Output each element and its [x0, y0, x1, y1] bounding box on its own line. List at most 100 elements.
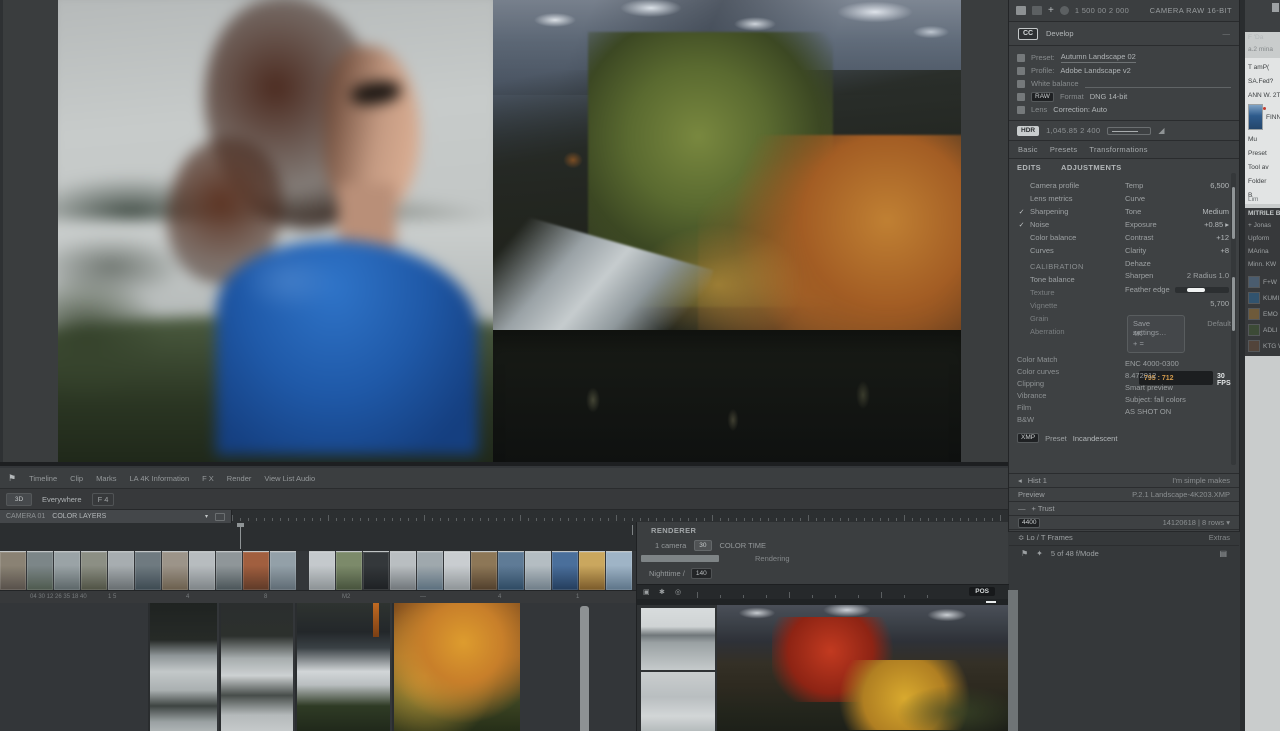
- filmstrip-thumb-1[interactable]: [0, 551, 26, 590]
- grid-view-icon[interactable]: ▤: [1219, 549, 1227, 558]
- secondary-icon-item[interactable]: KUMI: [1248, 290, 1280, 306]
- preview-frame-4[interactable]: [392, 603, 520, 731]
- renderer-ruler[interactable]: ▣ ✱ ◎ POS: [637, 584, 1009, 599]
- marker-a-icon[interactable]: ▣: [643, 588, 650, 596]
- info-row-4[interactable]: LensCorrection: Auto: [1017, 103, 1231, 116]
- meta-label[interactable]: Color curves: [1017, 367, 1117, 379]
- info-row-3[interactable]: RAWFormatDNG 14-bit: [1017, 90, 1231, 103]
- secondary-list-item[interactable]: Tool av: [1248, 160, 1280, 174]
- menu-icon[interactable]: [1032, 6, 1042, 15]
- tab-presets[interactable]: Presets: [1050, 145, 1078, 154]
- panel-scrollbar[interactable]: [1231, 173, 1236, 465]
- mono-thumb-top[interactable]: [641, 608, 715, 670]
- tab-transformations[interactable]: Transformations: [1089, 145, 1147, 154]
- tab-secondary[interactable]: F 4: [92, 493, 115, 506]
- blue-thumbnail[interactable]: [1248, 104, 1263, 130]
- filmstrip-thumb-10[interactable]: [243, 551, 269, 590]
- filmstrip-thumb-16[interactable]: [417, 551, 443, 590]
- filmstrip-thumb-4[interactable]: [81, 551, 107, 590]
- secondary-list-item[interactable]: FINNA, T: [1248, 102, 1280, 132]
- toolbar-item-0[interactable]: Timeline: [29, 474, 57, 483]
- secondary-dark-item[interactable]: Upform: [1248, 235, 1280, 248]
- preview-frame-1[interactable]: [148, 603, 217, 731]
- filmstrip-thumb-15[interactable]: [390, 551, 416, 590]
- filmstrip-thumb-18[interactable]: [471, 551, 497, 590]
- panel-right-scrollbar[interactable]: [1008, 590, 1018, 731]
- canvas-image-landscape[interactable]: [493, 0, 961, 462]
- filmstrip-thumb-14[interactable]: [363, 551, 389, 590]
- info-row-0[interactable]: Preset:Autumn Landscape 02: [1017, 51, 1231, 64]
- adjustment-item[interactable]: Grain: [1017, 312, 1119, 325]
- toolbar-item-4[interactable]: F X: [202, 474, 214, 483]
- filmstrip-thumb-7[interactable]: [162, 551, 188, 590]
- feather-slider[interactable]: [1175, 287, 1229, 293]
- flag-icon[interactable]: ⚑: [1021, 549, 1028, 558]
- adjustment-item[interactable]: Tone balance: [1017, 273, 1119, 286]
- filmstrip-thumb-13[interactable]: [336, 551, 362, 590]
- autumn-preview-image[interactable]: [717, 605, 1009, 731]
- sharpen-row[interactable]: Sharpen 2 Radius 1.0: [1125, 271, 1229, 280]
- secondary-list-item[interactable]: ANN W. 2T: [1248, 88, 1280, 102]
- filmstrip-thumb-3[interactable]: [54, 551, 80, 590]
- text-field[interactable]: [1085, 80, 1231, 88]
- toolbar-item-3[interactable]: LA 4K Information: [130, 474, 190, 483]
- filmstrip-thumb-22[interactable]: [579, 551, 605, 590]
- secondary-list-item[interactable]: SA.Fed?: [1248, 74, 1280, 88]
- check-icon[interactable]: ✓: [1017, 221, 1026, 229]
- filmstrip-thumb-21[interactable]: [552, 551, 578, 590]
- fps-box[interactable]: 30: [694, 540, 711, 551]
- pin-icon[interactable]: ◎: [675, 588, 681, 596]
- add-button[interactable]: +: [1048, 6, 1054, 15]
- filmstrip-thumb-6[interactable]: [135, 551, 161, 590]
- grid-icon[interactable]: [1016, 6, 1026, 15]
- adjustment-item[interactable]: Aberration: [1017, 325, 1119, 338]
- meta-label[interactable]: Color Match: [1017, 355, 1117, 367]
- filmstrip-thumb-20[interactable]: [525, 551, 551, 590]
- filmstrip-thumb-19[interactable]: [498, 551, 524, 590]
- adjustment-item[interactable]: Lens metrics: [1017, 192, 1119, 205]
- adjustment-item[interactable]: Vignette: [1017, 299, 1119, 312]
- secondary-dark-item[interactable]: MArina: [1248, 248, 1280, 261]
- toolbar-item-2[interactable]: Marks: [96, 474, 116, 483]
- footer-row[interactable]: ◂Hist 1I'm simple makes: [1009, 474, 1239, 488]
- footer-row[interactable]: PreviewP.2.1 Landscape-4K203.XMP: [1009, 488, 1239, 502]
- toolbar-item-6[interactable]: View List Audio: [264, 474, 315, 483]
- save-settings-box[interactable]: Save settings… 4K + =: [1127, 315, 1185, 353]
- secondary-row-1[interactable]: F 'Da: [1248, 34, 1263, 41]
- secondary-list-item[interactable]: Preset: [1248, 146, 1280, 160]
- filmstrip-thumb-5[interactable]: [108, 551, 134, 590]
- chevron-down-icon[interactable]: ▾: [205, 513, 208, 520]
- info-row-2[interactable]: White balance: [1017, 77, 1231, 90]
- value-row[interactable]: Contrast+12: [1125, 231, 1229, 244]
- filmstrip-thumb-8[interactable]: [189, 551, 215, 590]
- track-options-icon[interactable]: [215, 513, 225, 521]
- track-header[interactable]: CAMERA 01 COLOR LAYERS ▾: [0, 510, 232, 523]
- vertical-scrollbar[interactable]: [580, 606, 589, 731]
- zoom-mini-slider[interactable]: [1107, 127, 1151, 135]
- value-row[interactable]: Dehaze: [1125, 257, 1229, 270]
- xmp-row[interactable]: XMP Preset Incandescent: [1017, 433, 1233, 443]
- secondary-dark-item[interactable]: Minn. KW: [1248, 261, 1280, 274]
- filmstrip-thumb-23[interactable]: [606, 551, 632, 590]
- adjustment-item[interactable]: Color balance: [1017, 231, 1119, 244]
- secondary-icon-item[interactable]: F+W: [1248, 274, 1280, 290]
- canvas-image-portrait[interactable]: [58, 0, 493, 462]
- frame-count-box[interactable]: 140: [691, 568, 712, 579]
- preview-frame-3[interactable]: [295, 603, 390, 731]
- filmstrip-thumb-2[interactable]: [27, 551, 53, 590]
- value-row[interactable]: Clarity+8: [1125, 244, 1229, 257]
- meta-label[interactable]: B&W: [1017, 415, 1117, 427]
- meta-label[interactable]: Vibrance: [1017, 391, 1117, 403]
- playhead[interactable]: [240, 523, 241, 549]
- tab-basic[interactable]: Basic: [1018, 145, 1038, 154]
- value-row[interactable]: Curve: [1125, 192, 1229, 205]
- adjustment-item[interactable]: Texture: [1017, 286, 1119, 299]
- toolbar-item-5[interactable]: Render: [227, 474, 252, 483]
- view-mode-icon[interactable]: 3D: [6, 493, 32, 506]
- filmstrip-thumb-17[interactable]: [444, 551, 470, 590]
- info-row-1[interactable]: Profile:Adobe Landscape v2: [1017, 64, 1231, 77]
- preview-frame-2[interactable]: [219, 603, 293, 731]
- star-icon[interactable]: ✦: [1036, 549, 1043, 558]
- filmstrip-thumb-9[interactable]: [216, 551, 242, 590]
- secondary-list-item[interactable]: Mu: [1248, 132, 1280, 146]
